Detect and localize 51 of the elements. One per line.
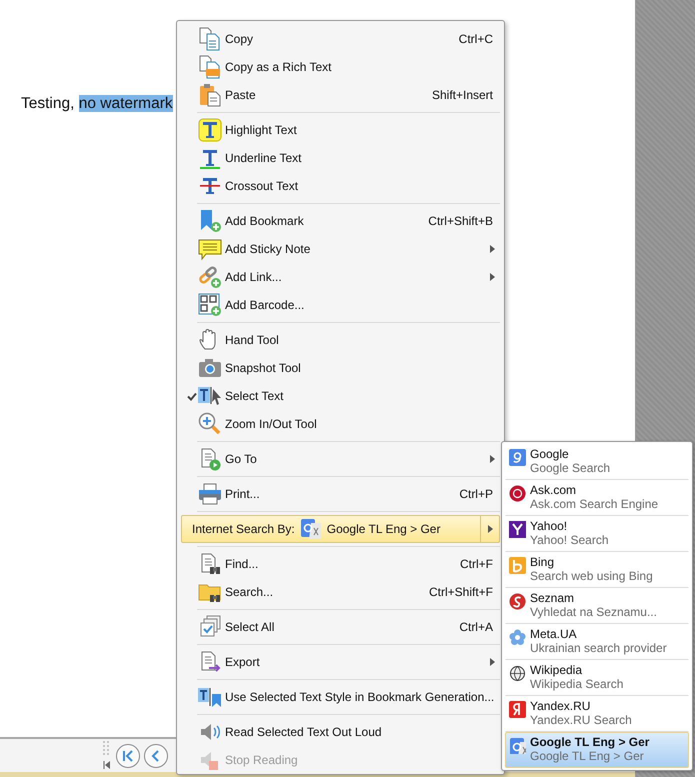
internet-search-menu-item[interactable]: Internet Search By: Google TL Eng > Ger [181,515,500,543]
menu-item[interactable]: Highlight Text [181,116,500,144]
menu-item[interactable]: Select Text [181,382,500,410]
menu-item[interactable]: Hand Tool [181,326,500,354]
text-bookmark-icon [198,685,222,709]
bing-logo-icon [509,557,526,574]
menu-item[interactable]: Go To [181,445,500,473]
menu-item[interactable]: Select All Ctrl+A [181,613,500,641]
seznam-logo-icon [509,593,526,610]
highlight-text-icon [198,118,222,142]
select-all-icon [198,615,222,639]
google-logo-icon [509,449,526,466]
menu-item[interactable]: Snapshot Tool [181,354,500,382]
translate-logo-icon [509,737,526,754]
sticky-note-icon [198,237,222,261]
menu-item[interactable]: Read Selected Text Out Loud [181,718,500,746]
toolbar-grip-icon [102,740,112,770]
printer-icon [198,482,222,506]
menu-item[interactable]: Copy as a Rich Text [181,53,500,81]
menu-item[interactable]: Paste Shift+Insert [181,81,500,109]
zoom-icon [198,412,222,436]
menu-item[interactable]: Find... Ctrl+F [181,550,500,578]
translate-icon [300,518,322,540]
bookmark-add-icon [198,209,222,233]
menu-item[interactable]: Use Selected Text Style in Bookmark Generation... [181,683,500,711]
menu-item[interactable]: Add Barcode... [181,291,500,319]
search-engine-item[interactable]: Google TL Eng > Ger Google TL Eng > Ger [505,732,689,768]
rich-text-copy-icon [198,55,222,79]
yahoo-logo-icon [509,521,526,538]
menu-item[interactable]: Zoom In/Out Tool [181,410,500,438]
flower-logo-icon [509,629,526,646]
menu-item[interactable]: Add Link... [181,263,500,291]
menu-item[interactable]: Export [181,648,500,676]
qr-code-add-icon [198,293,222,317]
menu-item[interactable]: Add Sticky Note [181,235,500,263]
menu-item[interactable]: Crossout Text [181,172,500,200]
menu-item[interactable]: Add Bookmark Ctrl+Shift+B [181,207,500,235]
menu-item[interactable]: Copy Ctrl+C [181,25,500,53]
menu-item[interactable]: Search... Ctrl+Shift+F [181,578,500,606]
first-page-button[interactable] [116,744,140,768]
yandex-logo-icon [509,701,526,718]
text-select-icon [198,384,222,408]
paste-icon [198,83,222,107]
menu-item[interactable]: Underline Text [181,144,500,172]
camera-icon [198,356,222,380]
menu-item[interactable]: Print... Ctrl+P [181,480,500,508]
globe-logo-icon [509,665,526,682]
ask-logo-icon [509,485,526,502]
link-add-icon [198,265,222,289]
previous-page-button[interactable] [144,744,168,768]
copy-icon [198,27,222,51]
